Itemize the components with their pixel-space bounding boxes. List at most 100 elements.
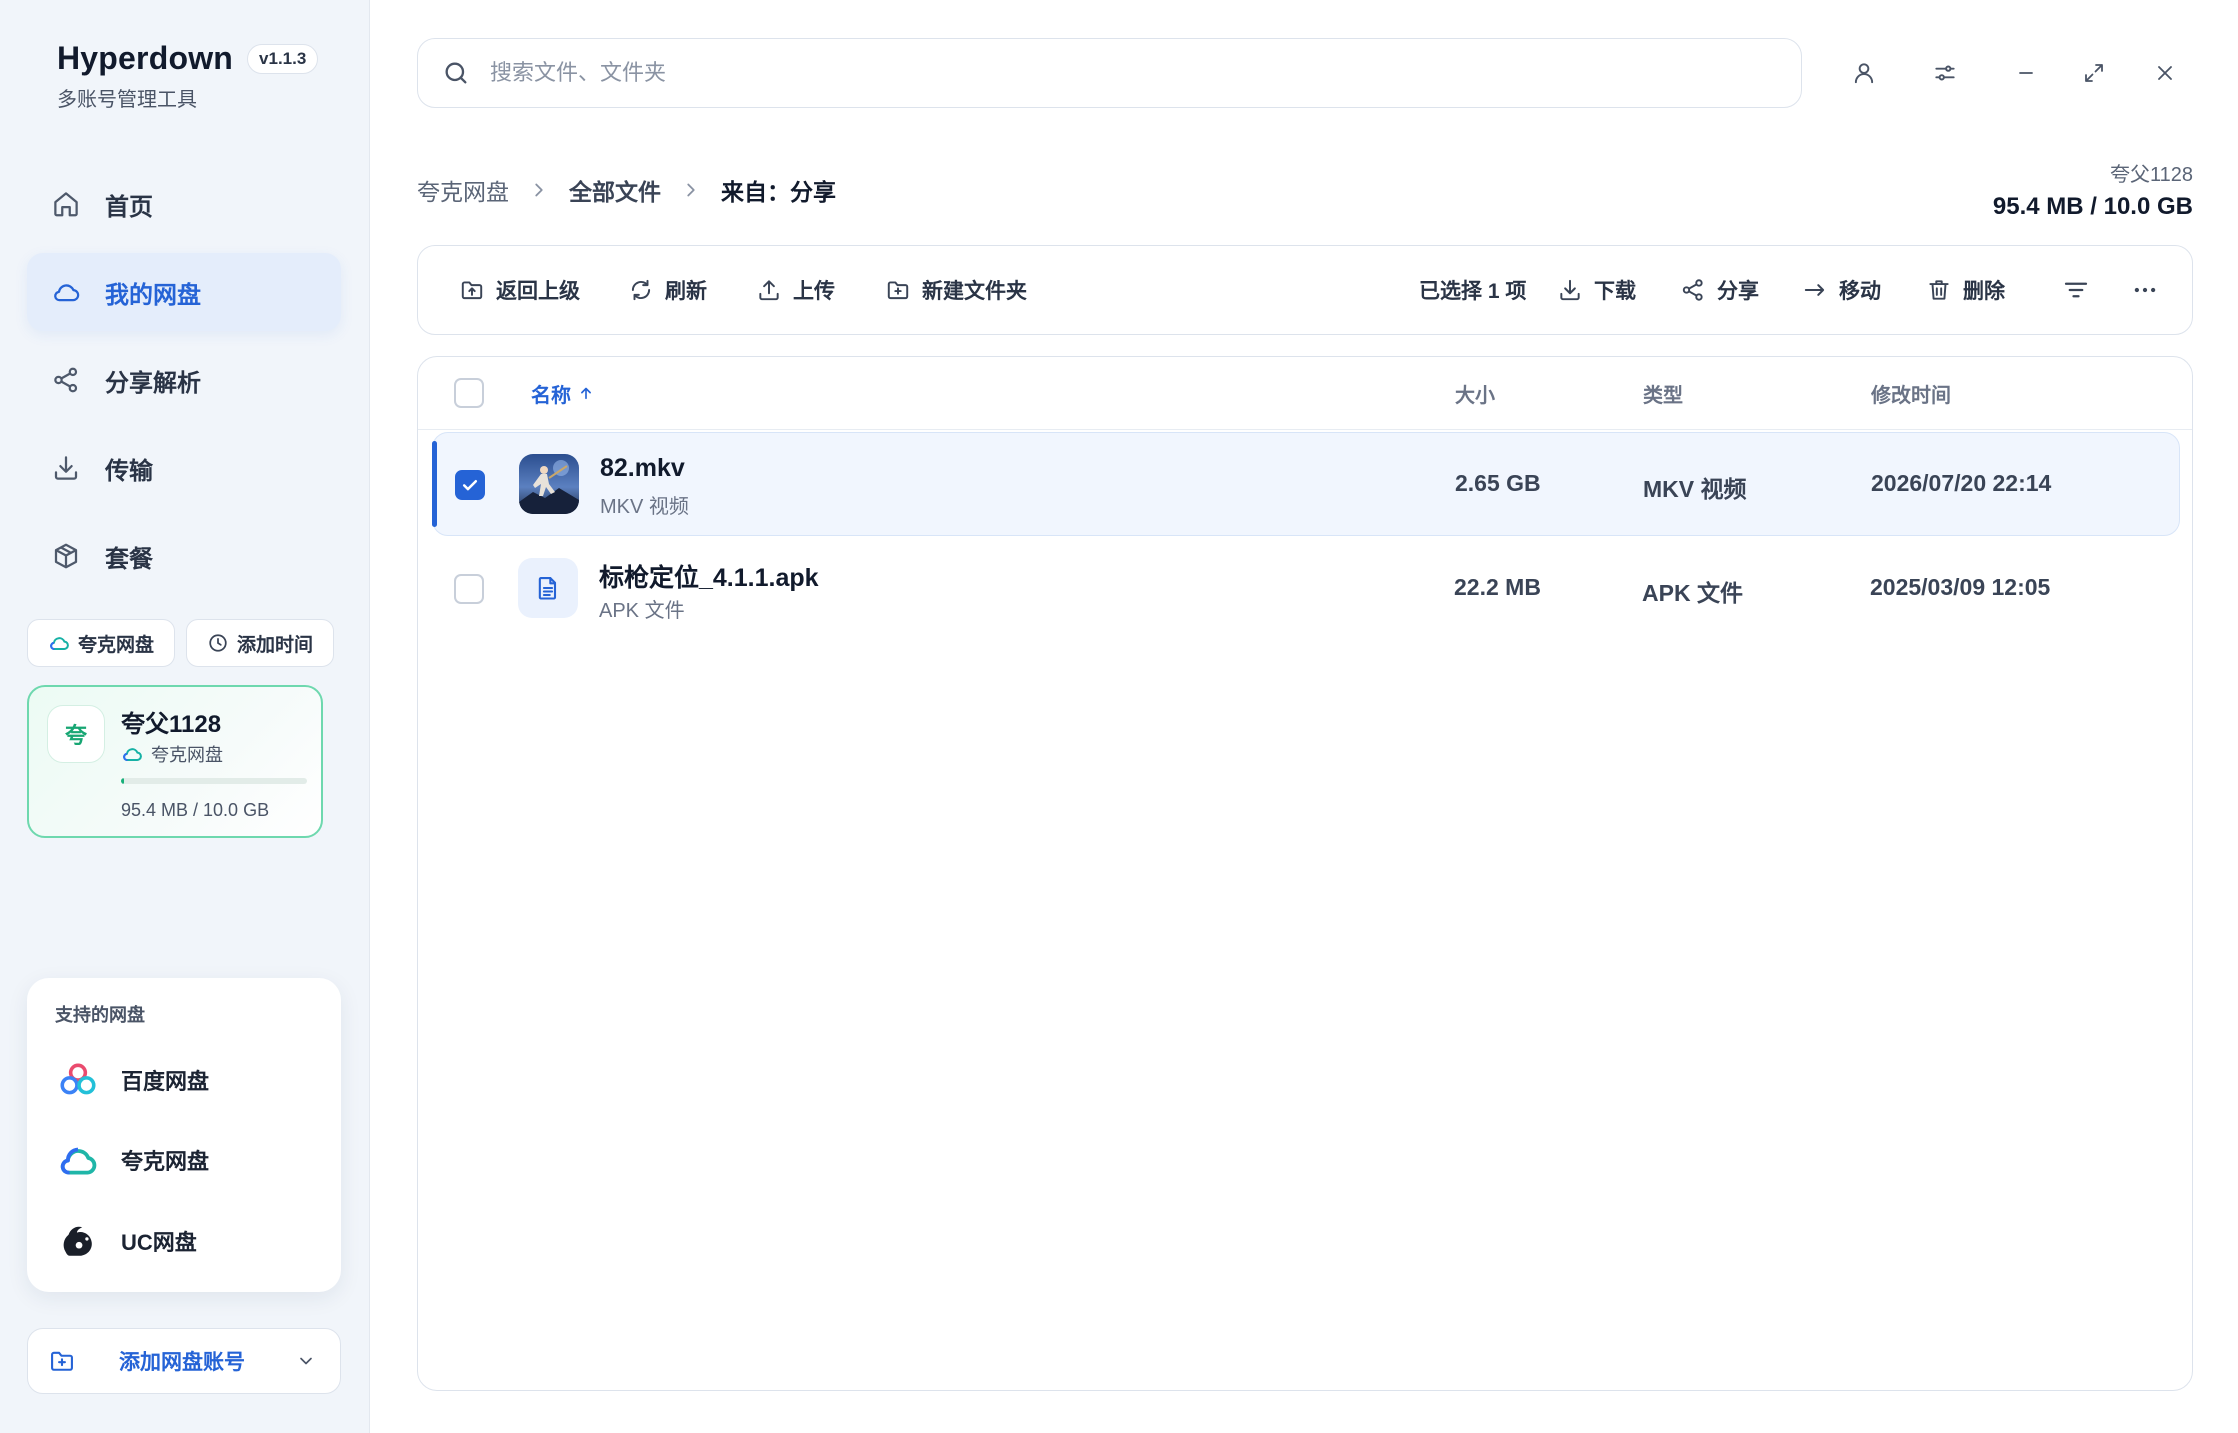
folder-up-icon xyxy=(461,281,483,300)
filter-label: 添加时间 xyxy=(237,634,314,656)
account-usage: 95.4 MB / 10.0 GB xyxy=(121,800,270,820)
trash-icon xyxy=(1929,280,1949,300)
app-subtitle: 多账号管理工具 xyxy=(57,89,197,111)
supported-baidu[interactable]: 百度网盘 xyxy=(57,1059,209,1101)
refresh-button[interactable]: 刷新 xyxy=(628,246,707,334)
breadcrumb-item[interactable]: 全部文件 xyxy=(569,173,661,207)
supported-quark[interactable]: 夸克网盘 xyxy=(57,1139,209,1181)
file-toolbar: 返回上级 刷新 上传 新建文件夹 已选择 1 项 下载 分享 移动 删除 xyxy=(417,245,2193,335)
file-size: 22.2 MB xyxy=(1454,574,1541,600)
breadcrumb-item[interactable]: 夸克网盘 xyxy=(417,173,509,207)
row-checkbox[interactable] xyxy=(455,470,485,500)
column-header-label: 名称 xyxy=(531,384,571,407)
upload-icon xyxy=(759,280,779,301)
user-button[interactable] xyxy=(1847,56,1881,90)
app-name: Hyperdown xyxy=(57,40,234,76)
folder-plus-icon xyxy=(887,281,909,300)
sidebar-item-label: 我的网盘 xyxy=(105,281,201,309)
refresh-icon xyxy=(631,279,651,301)
search-input[interactable] xyxy=(490,60,1801,86)
close-button[interactable] xyxy=(2148,56,2182,90)
sidebar-nav: 首页 我的网盘 分享解析 传输 套餐 xyxy=(27,165,341,605)
sidebar-item-package[interactable]: 套餐 xyxy=(27,517,341,595)
back-button[interactable]: 返回上级 xyxy=(459,246,580,334)
supported-uc[interactable]: UC网盘 xyxy=(57,1220,197,1262)
file-table: 名称 大小 类型 修改时间 82.mkv MKV 视频 2.65 GB MKV … xyxy=(417,356,2193,1391)
close-icon xyxy=(2158,66,2172,80)
maximize-button[interactable] xyxy=(2077,56,2111,90)
share-icon xyxy=(1682,279,1703,301)
cloud-icon xyxy=(54,284,80,302)
new-folder-label: 新建文件夹 xyxy=(922,280,1027,303)
sidebar-item-my-drive[interactable]: 我的网盘 xyxy=(27,253,341,331)
download-button[interactable]: 下载 xyxy=(1557,246,1636,334)
file-name: 82.mkv xyxy=(600,454,685,482)
minimize-button[interactable] xyxy=(2009,56,2043,90)
chevron-right-icon xyxy=(687,183,695,197)
chevron-down-icon xyxy=(300,1357,312,1365)
column-header-modified[interactable]: 修改时间 xyxy=(1871,357,1951,429)
share-label: 分享 xyxy=(1717,280,1759,303)
account-name: 夸父1128 xyxy=(121,711,222,738)
share-button[interactable]: 分享 xyxy=(1680,246,1759,334)
account-provider-label: 夸克网盘 xyxy=(151,745,223,765)
delete-label: 删除 xyxy=(1963,280,2005,303)
account-avatar: 夸 xyxy=(47,705,105,763)
file-subtype: MKV 视频 xyxy=(600,496,689,518)
sidebar-item-transfer[interactable]: 传输 xyxy=(27,429,341,507)
move-button[interactable]: 移动 xyxy=(1802,246,1881,334)
sidebar-item-home[interactable]: 首页 xyxy=(27,165,341,243)
upload-button[interactable]: 上传 xyxy=(756,246,835,334)
sidebar: Hyperdown v1.1.3 多账号管理工具 首页 我的网盘 分享解析 传输… xyxy=(0,0,370,1433)
delete-button[interactable]: 删除 xyxy=(1926,246,2005,334)
move-label: 移动 xyxy=(1839,280,1881,303)
supported-item-label: 夸克网盘 xyxy=(121,1149,210,1174)
quota-usage: 95.4 MB / 10.0 GB xyxy=(1992,193,2193,220)
filter-icon[interactable] xyxy=(2061,275,2091,305)
selection-count: 已选择 1 项 xyxy=(1419,280,1527,303)
refresh-label: 刷新 xyxy=(665,280,707,303)
video-thumbnail xyxy=(519,454,579,514)
package-icon xyxy=(54,543,78,569)
select-all-checkbox[interactable] xyxy=(454,378,484,408)
supported-item-label: UC网盘 xyxy=(121,1230,197,1255)
upload-label: 上传 xyxy=(793,280,835,303)
version-badge: v1.1.3 xyxy=(247,43,319,74)
filter-quark-chip[interactable]: 夸克网盘 xyxy=(27,619,176,667)
file-size: 2.65 GB xyxy=(1455,470,1541,496)
file-type: MKV 视频 xyxy=(1643,476,1747,502)
column-header-size[interactable]: 大小 xyxy=(1455,357,1495,429)
folder-plus-icon xyxy=(51,1351,73,1371)
header-divider xyxy=(418,429,2192,430)
storage-progress-fill xyxy=(121,778,124,784)
filter-label: 夸克网盘 xyxy=(78,634,155,656)
supported-item-label: 百度网盘 xyxy=(121,1069,210,1094)
column-header-name[interactable]: 名称 xyxy=(531,357,595,429)
column-header-type[interactable]: 类型 xyxy=(1643,357,1683,429)
sliders-icon xyxy=(1935,65,1955,81)
file-type: APK 文件 xyxy=(1642,580,1743,606)
document-icon xyxy=(538,577,557,600)
home-icon xyxy=(54,192,78,217)
account-filters: 夸克网盘 添加时间 xyxy=(27,619,335,667)
row-checkbox[interactable] xyxy=(454,574,484,604)
account-card[interactable]: 夸 夸父1128 夸克网盘 95.4 MB / 10.0 GB xyxy=(27,685,323,838)
share-icon xyxy=(54,367,78,393)
table-row[interactable]: 82.mkv MKV 视频 2.65 GB MKV 视频 2026/07/20 … xyxy=(432,432,2180,536)
file-subtype: APK 文件 xyxy=(599,600,685,622)
file-modified: 2025/03/09 12:05 xyxy=(1870,574,2051,600)
more-icon[interactable] xyxy=(2130,275,2160,305)
supported-drives-card: 支持的网盘 百度网盘 夸克网盘 UC网盘 xyxy=(27,978,341,1292)
sort-ascending-icon xyxy=(581,387,591,400)
back-label: 返回上级 xyxy=(496,280,580,303)
account-provider: 夸克网盘 xyxy=(121,741,223,767)
add-account-button[interactable]: 添加网盘账号 xyxy=(27,1328,341,1394)
table-row[interactable]: 标枪定位_4.1.1.apk APK 文件 22.2 MB APK 文件 202… xyxy=(432,537,2180,641)
settings-button[interactable] xyxy=(1928,56,1962,90)
sidebar-item-share-parse[interactable]: 分享解析 xyxy=(27,341,341,419)
quota-account-name: 夸父1128 xyxy=(2109,164,2193,186)
breadcrumb: 夸克网盘 全部文件 来自：分享 xyxy=(417,173,836,207)
new-folder-button[interactable]: 新建文件夹 xyxy=(885,246,1027,334)
brand: Hyperdown v1.1.3 多账号管理工具 xyxy=(57,40,319,112)
filter-add-time-chip[interactable]: 添加时间 xyxy=(186,619,335,667)
